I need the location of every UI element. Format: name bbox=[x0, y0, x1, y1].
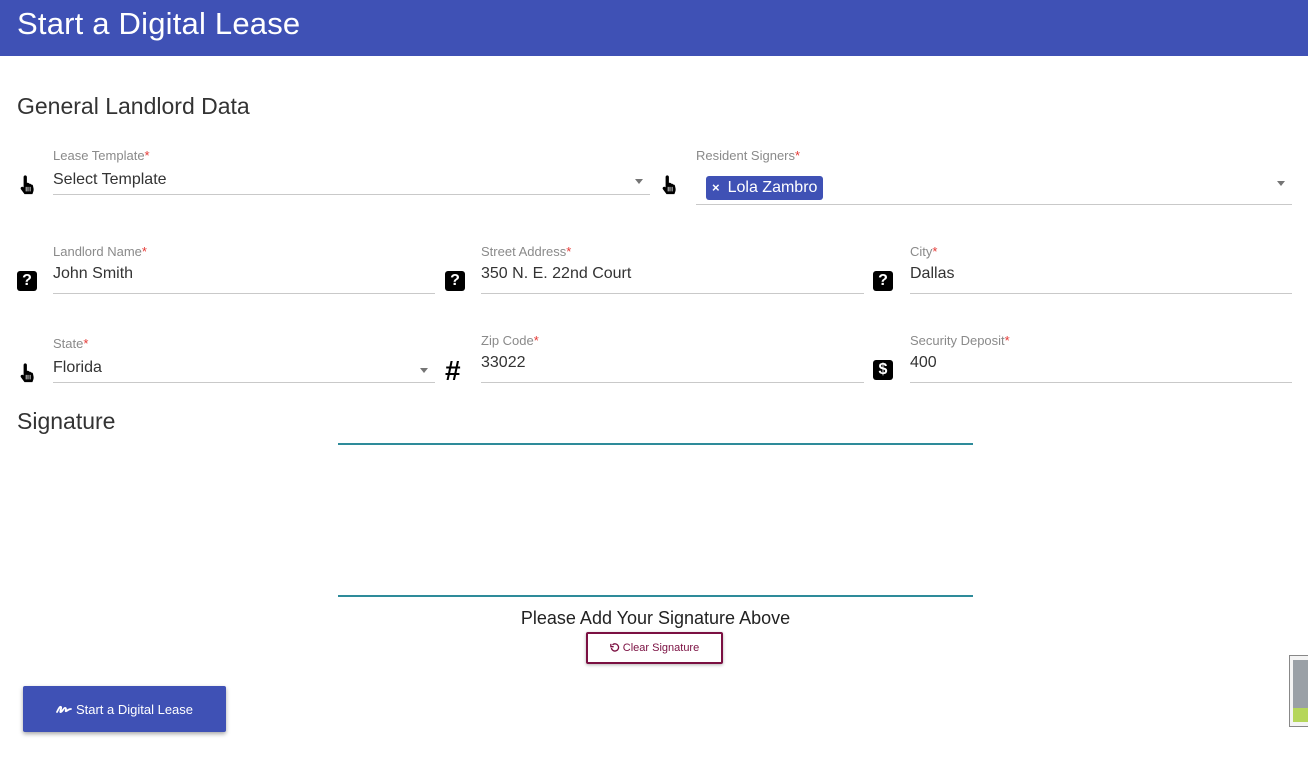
city-input[interactable]: City* Dallas bbox=[910, 244, 1292, 294]
chevron-down-icon bbox=[635, 179, 643, 184]
city-value: Dallas bbox=[910, 265, 955, 282]
landlord-name-label: Landlord Name bbox=[53, 244, 142, 259]
city-label: City bbox=[910, 244, 933, 259]
field-underline bbox=[53, 293, 435, 294]
security-deposit-label: Security Deposit bbox=[910, 333, 1005, 348]
chip-remove-icon[interactable]: × bbox=[712, 180, 720, 195]
question-icon: ? bbox=[17, 271, 37, 291]
resident-chip-label: Lola Zambro bbox=[727, 179, 818, 196]
pointer-hand-icon bbox=[659, 174, 681, 196]
field-underline bbox=[696, 204, 1292, 205]
page-title: Start a Digital Lease bbox=[17, 6, 301, 41]
pointer-hand-icon bbox=[17, 362, 39, 384]
dollar-icon: $ bbox=[873, 360, 893, 380]
street-address-input[interactable]: Street Address* 350 N. E. 22nd Court bbox=[481, 244, 864, 294]
resident-signers-select[interactable]: Resident Signers* × Lola Zambro bbox=[696, 148, 1292, 206]
zip-code-value: 33022 bbox=[481, 354, 526, 371]
field-underline bbox=[53, 194, 650, 195]
required-marker: * bbox=[83, 336, 89, 351]
start-digital-lease-label: Start a Digital Lease bbox=[75, 701, 194, 717]
signature-hint: Please Add Your Signature Above bbox=[520, 608, 791, 628]
security-deposit-value: 400 bbox=[910, 354, 937, 371]
zip-code-label: Zip Code bbox=[481, 333, 534, 348]
required-marker: * bbox=[144, 148, 150, 163]
hash-icon: # bbox=[445, 355, 461, 386]
start-digital-lease-button[interactable]: Start a Digital Lease bbox=[23, 686, 226, 732]
required-marker: * bbox=[141, 244, 147, 259]
field-underline bbox=[481, 382, 864, 383]
field-underline bbox=[910, 293, 1292, 294]
resident-signers-label: Resident Signers bbox=[696, 148, 795, 163]
pointer-hand-icon bbox=[17, 174, 39, 196]
question-icon: ? bbox=[873, 271, 893, 291]
app-header: Start a Digital Lease bbox=[0, 0, 1308, 56]
lease-template-value: Select Template bbox=[53, 171, 167, 188]
state-label: State bbox=[53, 336, 84, 351]
landlord-name-input[interactable]: Landlord Name* John Smith bbox=[53, 244, 435, 294]
landlord-name-value: John Smith bbox=[53, 265, 134, 282]
state-select[interactable]: State* Florida bbox=[53, 336, 435, 384]
clear-signature-label: Clear Signature bbox=[622, 642, 700, 654]
lease-template-label: Lease Template bbox=[53, 148, 145, 163]
resident-chip: × Lola Zambro bbox=[706, 176, 824, 200]
field-underline bbox=[53, 382, 435, 383]
field-underline bbox=[910, 382, 1292, 383]
question-icon: ? bbox=[445, 271, 465, 291]
side-feedback-tab[interactable] bbox=[1289, 655, 1308, 727]
street-address-label: Street Address bbox=[481, 244, 567, 259]
undo-icon bbox=[609, 643, 619, 652]
chevron-down-icon bbox=[1277, 181, 1285, 186]
security-deposit-input[interactable]: Security Deposit* 400 bbox=[910, 333, 1292, 383]
street-address-value: 350 N. E. 22nd Court bbox=[481, 265, 632, 282]
signature-icon bbox=[56, 705, 72, 714]
field-underline bbox=[481, 293, 864, 294]
required-marker: * bbox=[932, 244, 938, 259]
lease-template-select[interactable]: Lease Template* Select Template bbox=[53, 148, 650, 196]
chevron-down-icon bbox=[420, 368, 428, 373]
signature-pad[interactable] bbox=[338, 443, 973, 597]
zip-code-input[interactable]: Zip Code* 33022 bbox=[481, 333, 864, 383]
section-title-general: General Landlord Data bbox=[17, 93, 250, 119]
required-marker: * bbox=[1004, 333, 1010, 348]
section-title-signature: Signature bbox=[17, 408, 116, 434]
state-value: Florida bbox=[53, 359, 102, 376]
required-marker: * bbox=[795, 148, 801, 163]
required-marker: * bbox=[533, 333, 539, 348]
required-marker: * bbox=[566, 244, 572, 259]
clear-signature-button[interactable]: Clear Signature bbox=[586, 632, 723, 664]
